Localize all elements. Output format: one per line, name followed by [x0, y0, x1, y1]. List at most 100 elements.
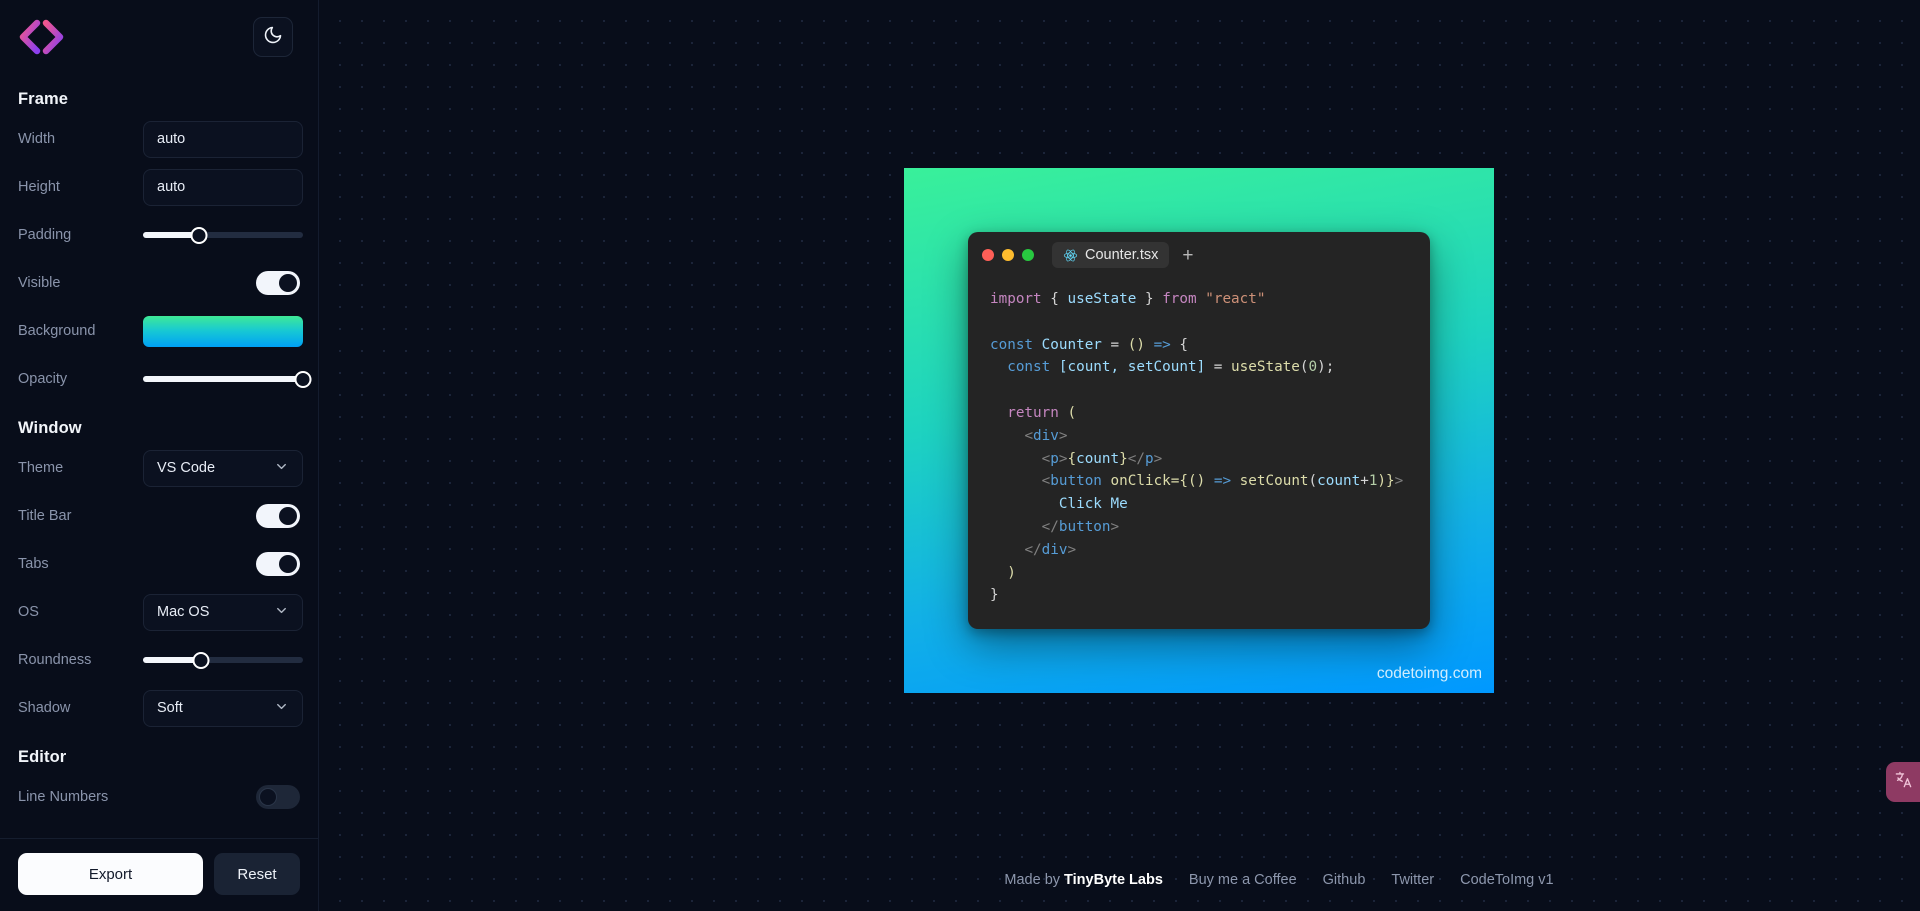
roundness-slider[interactable] [143, 642, 303, 679]
code-token [990, 565, 1007, 581]
section-title-editor: Editor [18, 748, 300, 767]
code-token: from [1162, 291, 1205, 307]
chevron-down-icon [274, 603, 289, 622]
code-token: button [1050, 473, 1102, 489]
setting-row-visible: Visible [18, 259, 300, 307]
code-token: < [1042, 473, 1051, 489]
made-by-label: Made by TinyByte Labs [1004, 872, 1163, 888]
code-token: const [1007, 359, 1059, 375]
section-title-window: Window [18, 419, 300, 438]
code-window[interactable]: Counter.tsx + import { useState } from "… [968, 232, 1430, 629]
padding-slider-knob[interactable] [191, 227, 208, 244]
setting-row-background: Background [18, 307, 300, 355]
moon-icon [263, 25, 283, 50]
page-footer: Made by TinyByte Labs Buy me a Coffee Gi… [638, 849, 1920, 911]
tabs-toggle[interactable] [256, 552, 300, 576]
minimize-yellow-icon[interactable] [1002, 249, 1014, 261]
code-token: () [1188, 473, 1205, 489]
label-width: Width [18, 131, 143, 147]
code-token: div [1033, 428, 1059, 444]
code-brackets-logo[interactable] [18, 16, 64, 58]
code-token: ( [1300, 359, 1309, 375]
opacity-slider-fill [143, 376, 303, 382]
section-title-frame: Frame [18, 90, 300, 109]
settings-sidebar: Frame Width Height Padding [0, 0, 319, 911]
preview-canvas[interactable]: Counter.tsx + import { useState } from "… [319, 0, 1920, 911]
code-token [990, 496, 1059, 512]
title-bar-toggle[interactable] [256, 504, 300, 528]
code-token: setCount [1240, 473, 1309, 489]
code-token [990, 451, 1042, 467]
shadow-select[interactable]: Soft [143, 690, 303, 727]
label-title-bar: Title Bar [18, 508, 143, 524]
label-visible: Visible [18, 275, 143, 291]
height-input[interactable] [143, 169, 303, 206]
code-line: } [990, 584, 1408, 607]
label-shadow: Shadow [18, 700, 143, 716]
add-tab-button[interactable]: + [1175, 244, 1200, 267]
code-token: [count, setCount] [1059, 359, 1205, 375]
opacity-slider[interactable] [143, 361, 303, 398]
background-color-swatch[interactable] [143, 316, 303, 347]
code-content[interactable]: import { useState } from "react" const C… [968, 278, 1430, 629]
toggle-knob [279, 274, 297, 292]
line-numbers-toggle[interactable] [256, 785, 300, 809]
code-token: > [1154, 451, 1163, 467]
theme-select[interactable]: VS Code [143, 450, 303, 487]
code-token: < [1024, 428, 1033, 444]
code-token: )} [1377, 473, 1394, 489]
code-line [990, 379, 1408, 402]
setting-row-os: OS Mac OS [18, 588, 300, 636]
theme-toggle-button[interactable] [253, 17, 293, 57]
code-line: </button> [990, 516, 1408, 539]
window-title-bar: Counter.tsx + [968, 232, 1430, 278]
tab-counter-tsx[interactable]: Counter.tsx [1052, 242, 1169, 268]
width-input[interactable] [143, 121, 303, 158]
footer-link-version[interactable]: CodeToImg v1 [1460, 872, 1554, 888]
code-token [990, 473, 1042, 489]
toggle-knob [259, 788, 277, 806]
toggle-knob [279, 555, 297, 573]
code-token: onClick [1102, 473, 1171, 489]
reset-button[interactable]: Reset [214, 853, 300, 895]
code-token [990, 519, 1042, 535]
setting-row-tabs: Tabs [18, 540, 300, 588]
label-line-numbers: Line Numbers [18, 789, 143, 805]
language-switch-button[interactable] [1886, 762, 1920, 802]
code-token: > [1059, 428, 1068, 444]
react-icon [1063, 248, 1078, 263]
os-select[interactable]: Mac OS [143, 594, 303, 631]
translate-icon [1894, 770, 1913, 794]
code-token: useState [1067, 291, 1136, 307]
maximize-green-icon[interactable] [1022, 249, 1034, 261]
traffic-lights [982, 249, 1034, 261]
code-token: < [1042, 451, 1051, 467]
code-token: p [1145, 451, 1154, 467]
code-token: return [1007, 405, 1067, 421]
code-token: = [1205, 359, 1231, 375]
chevron-down-icon [274, 699, 289, 718]
code-token: </ [1024, 542, 1041, 558]
code-line: const [count, setCount] = useState(0); [990, 356, 1408, 379]
opacity-slider-knob[interactable] [295, 371, 312, 388]
footer-link-coffee[interactable]: Buy me a Coffee [1189, 872, 1297, 888]
tab-label: Counter.tsx [1085, 247, 1158, 263]
code-token: { [1179, 337, 1188, 353]
close-red-icon[interactable] [982, 249, 994, 261]
code-token: { [1050, 291, 1067, 307]
code-token: const [990, 337, 1042, 353]
setting-row-theme: Theme VS Code [18, 444, 300, 492]
visible-toggle[interactable] [256, 271, 300, 295]
preview-frame[interactable]: Counter.tsx + import { useState } from "… [904, 168, 1494, 693]
padding-slider[interactable] [143, 217, 303, 254]
shadow-select-value: Soft [157, 700, 183, 716]
code-token: import [990, 291, 1050, 307]
roundness-slider-knob[interactable] [192, 652, 209, 669]
code-token: ( [1309, 473, 1318, 489]
export-button[interactable]: Export [18, 853, 203, 895]
footer-link-github[interactable]: Github [1323, 872, 1366, 888]
setting-row-shadow: Shadow Soft [18, 684, 300, 732]
setting-row-title-bar: Title Bar [18, 492, 300, 540]
code-token: "react" [1205, 291, 1265, 307]
footer-link-twitter[interactable]: Twitter [1391, 872, 1434, 888]
